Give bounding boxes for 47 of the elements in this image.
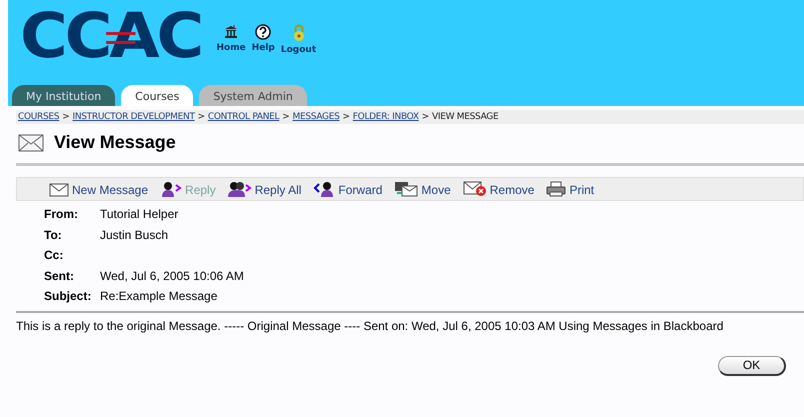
breadcrumb-separator: > <box>342 112 350 122</box>
toolbar-button[interactable]: Move <box>394 181 451 197</box>
field-label: Sent: <box>44 266 100 286</box>
person-icon <box>160 181 182 197</box>
envelope-icon <box>462 181 487 197</box>
help-icon[interactable] <box>255 24 272 40</box>
breadcrumb-link[interactable]: COURSES <box>18 112 60 122</box>
logo: CCAC <box>20 4 202 68</box>
page-title: View Message <box>54 132 176 153</box>
envelope-icon <box>18 134 44 152</box>
message-body: This is a reply to the original Message. ----- Original Message ---- Sent on: Wed, Jul 6, 2005 10:03 AM Using Messages in Blackboard <box>16 318 724 332</box>
field-value: Wed, Jul 6, 2005 10:06 AM <box>100 268 245 285</box>
tab[interactable]: Courses <box>121 85 194 106</box>
breadcrumb-link[interactable]: CONTROL PANEL <box>208 112 280 122</box>
toolbar-button[interactable]: New Message <box>49 181 148 197</box>
breadcrumb-separator: > <box>282 112 290 122</box>
breadcrumb-link[interactable]: FOLDER: INBOX <box>352 112 419 122</box>
toolbar-button[interactable]: Remove <box>462 181 534 197</box>
envelope-icon <box>394 181 418 197</box>
breadcrumb-separator: > <box>422 112 429 122</box>
field-value: Re:Example Message <box>100 288 218 306</box>
field-label: From: <box>44 204 100 224</box>
envelope-icon <box>49 183 69 197</box>
field-value: Justin Busch <box>100 226 170 244</box>
header-link[interactable]: Help <box>252 43 275 53</box>
breadcrumb-separator: > <box>198 112 205 122</box>
breadcrumb-link[interactable]: INSTRUCTOR DEVELOPMENT <box>72 112 195 122</box>
bank-icon[interactable] <box>223 24 240 40</box>
breadcrumb-separator: > <box>62 112 70 122</box>
printer-icon <box>546 181 566 197</box>
tab[interactable]: System Admin <box>199 85 307 106</box>
breadcrumb-link[interactable]: MESSAGES <box>292 112 340 122</box>
field-value: Tutorial Helper <box>100 206 180 224</box>
field-label: To: <box>44 224 100 245</box>
toolbar-button[interactable]: Forward <box>313 181 382 197</box>
padlock-icon[interactable] <box>292 24 306 42</box>
people-icon <box>228 181 252 197</box>
toolbar-button[interactable]: Print <box>546 181 594 197</box>
ok-button[interactable]: OK <box>718 356 786 376</box>
header-link[interactable]: Logout <box>280 45 316 55</box>
breadcrumb-current: VIEW MESSAGE <box>432 112 498 122</box>
field-label: Cc: <box>44 247 64 264</box>
toolbar-button[interactable]: Reply All <box>228 181 302 197</box>
tab[interactable]: My Institution <box>12 85 116 106</box>
person-icon <box>313 181 336 197</box>
header-link[interactable]: Home <box>216 43 246 53</box>
field-label: Subject: <box>44 288 92 306</box>
